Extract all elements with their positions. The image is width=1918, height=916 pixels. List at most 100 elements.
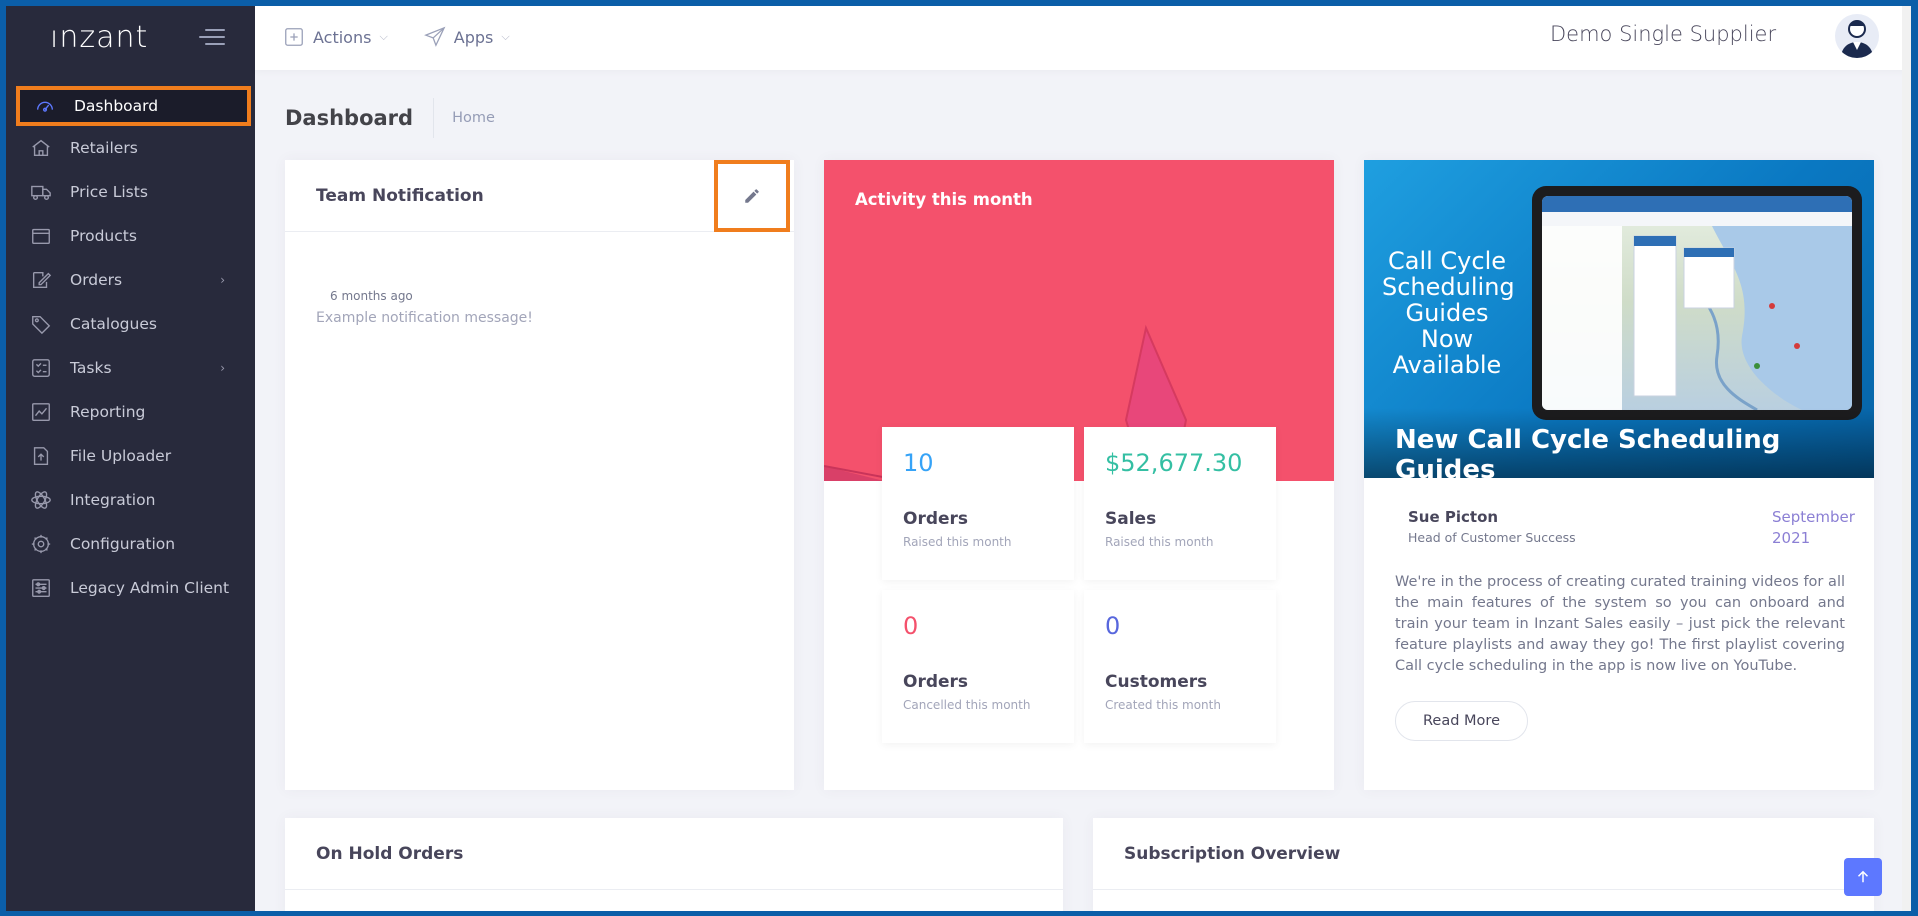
box-icon	[30, 225, 52, 247]
sidebar-item-label: File Uploader	[70, 447, 172, 465]
sidebar-item-label: Catalogues	[70, 315, 157, 333]
sidebar-item-legacy-admin-client[interactable]: Legacy Admin Client	[6, 566, 255, 610]
page-title: Dashboard	[285, 98, 435, 138]
topbar: Actions ⌵ Apps ⌵ Demo Single Supplier	[255, 6, 1911, 70]
author-name: Sue Picton	[1408, 508, 1499, 526]
stat-subtitle: Raised this month	[1105, 535, 1214, 549]
read-more-button[interactable]: Read More	[1395, 701, 1528, 741]
paper-plane-icon	[423, 26, 446, 47]
sidebar-item-reporting[interactable]: Reporting	[6, 390, 255, 434]
sidebar-item-label: Configuration	[70, 535, 176, 553]
map-illustration	[1542, 196, 1852, 410]
team-notification-card: Team Notification 6 months ago Example n…	[285, 160, 794, 790]
chevron-right-icon: ›	[220, 273, 225, 287]
stat-subtitle: Created this month	[1105, 698, 1221, 712]
atom-icon	[30, 489, 52, 511]
app-frame: ınzant Dashboard Retailers Price Lists P…	[6, 6, 1911, 911]
tablet-image	[1532, 186, 1862, 420]
sidebar-item-label: Reporting	[70, 403, 146, 421]
avatar[interactable]	[1835, 14, 1879, 58]
sidebar-item-label: Retailers	[70, 139, 138, 157]
sliders-icon	[30, 577, 52, 599]
stat-value: 0	[1105, 612, 1121, 640]
sidebar-item-integration[interactable]: Integration	[6, 478, 255, 522]
chevron-down-icon: ⌵	[501, 30, 510, 43]
news-hero-image[interactable]: Call Cycle Scheduling Guides Now Availab…	[1364, 160, 1874, 485]
truck-icon	[30, 181, 52, 203]
edit-icon	[30, 269, 52, 291]
stat-subtitle: Raised this month	[903, 535, 1012, 549]
sidebar-item-dashboard[interactable]: Dashboard	[16, 86, 251, 126]
sidebar-item-label: Products	[70, 227, 137, 245]
checklist-icon	[30, 357, 52, 379]
sidebar-item-label: Price Lists	[70, 183, 148, 201]
chevron-down-icon: ⌵	[379, 30, 388, 43]
add-square-icon	[285, 28, 303, 46]
tablet-map-screen	[1542, 196, 1852, 410]
news-card: Call Cycle Scheduling Guides Now Availab…	[1364, 160, 1874, 790]
gear-icon	[30, 533, 52, 555]
author-role: Head of Customer Success	[1408, 530, 1576, 545]
edit-button[interactable]	[714, 160, 790, 232]
sidebar-item-label: Orders	[70, 271, 123, 289]
subheader: Dashboard Home	[285, 98, 495, 138]
sidebar-item-price-lists[interactable]: Price Lists	[6, 170, 255, 214]
actions-menu-label: Actions	[313, 27, 372, 47]
stat-orders-cancelled: 0 Orders Cancelled this month	[882, 590, 1074, 743]
news-title[interactable]: New Call Cycle Scheduling Guides	[1395, 425, 1874, 485]
tag-icon	[30, 313, 52, 335]
stat-customers-created: 0 Customers Created this month	[1084, 590, 1276, 743]
arrow-up-icon	[1857, 870, 1869, 883]
dashboard-icon	[34, 95, 56, 117]
stat-label: Orders	[903, 509, 969, 529]
user-name[interactable]: Demo Single Supplier	[1550, 22, 1776, 46]
stat-value: 0	[903, 612, 919, 640]
apps-menu-label: Apps	[453, 27, 494, 47]
pencil-icon	[745, 189, 759, 203]
stat-label: Customers	[1105, 672, 1208, 692]
card-header: Subscription Overview	[1093, 818, 1874, 890]
subscription-overview-card: Subscription Overview	[1093, 818, 1874, 911]
chevron-right-icon: ›	[220, 361, 225, 375]
sidebar-item-label: Integration	[70, 491, 156, 509]
stat-label: Orders	[903, 672, 969, 692]
sidebar-item-label: Tasks	[70, 359, 112, 377]
notification-message: Example notification message!	[316, 310, 533, 326]
card-header: On Hold Orders	[285, 818, 1063, 890]
chart-icon	[30, 401, 52, 423]
sidebar-nav: Dashboard Retailers Price Lists Products…	[6, 86, 255, 610]
stat-value: $52,677.30	[1105, 449, 1243, 477]
upload-icon	[30, 445, 52, 467]
actions-menu[interactable]: Actions ⌵	[283, 26, 388, 48]
user-avatar-icon	[1841, 20, 1873, 58]
sidebar-item-label: Legacy Admin Client	[70, 579, 230, 597]
menu-toggle-icon[interactable]	[199, 29, 225, 47]
stat-sales-raised: $52,677.30 Sales Raised this month	[1084, 427, 1276, 580]
news-date: September 2021	[1772, 508, 1855, 547]
sidebar-item-file-uploader[interactable]: File Uploader	[6, 434, 255, 478]
news-body: We're in the process of creating curated…	[1395, 574, 1845, 674]
on-hold-orders-card: On Hold Orders	[285, 818, 1063, 911]
sidebar-item-configuration[interactable]: Configuration	[6, 522, 255, 566]
hero-text: Call Cycle Scheduling Guides Now Availab…	[1382, 247, 1515, 379]
stat-value: 10	[903, 449, 934, 477]
sidebar-item-catalogues[interactable]: Catalogues	[6, 302, 255, 346]
sidebar-item-orders[interactable]: Orders ›	[6, 258, 255, 302]
home-icon	[30, 137, 52, 159]
stat-label: Sales	[1105, 509, 1157, 529]
card-title: Subscription Overview	[1124, 843, 1341, 864]
card-title: Activity this month	[855, 190, 1033, 209]
sidebar-item-tasks[interactable]: Tasks ›	[6, 346, 255, 390]
activity-card: Activity this month 10 Orders Raised thi…	[824, 160, 1334, 790]
notification-time: 6 months ago	[330, 289, 413, 303]
scroll-to-top-button[interactable]	[1844, 858, 1882, 896]
apps-menu[interactable]: Apps ⌵	[423, 26, 510, 48]
breadcrumb[interactable]: Home	[452, 110, 495, 126]
sidebar-item-products[interactable]: Products	[6, 214, 255, 258]
sidebar-item-label: Dashboard	[74, 97, 159, 115]
sidebar-item-retailers[interactable]: Retailers	[6, 126, 255, 170]
sidebar: ınzant Dashboard Retailers Price Lists P…	[6, 6, 255, 911]
brand-logo[interactable]: ınzant	[50, 20, 148, 55]
stat-orders-raised: 10 Orders Raised this month	[882, 427, 1074, 580]
scrollbar[interactable]	[1902, 6, 1911, 911]
